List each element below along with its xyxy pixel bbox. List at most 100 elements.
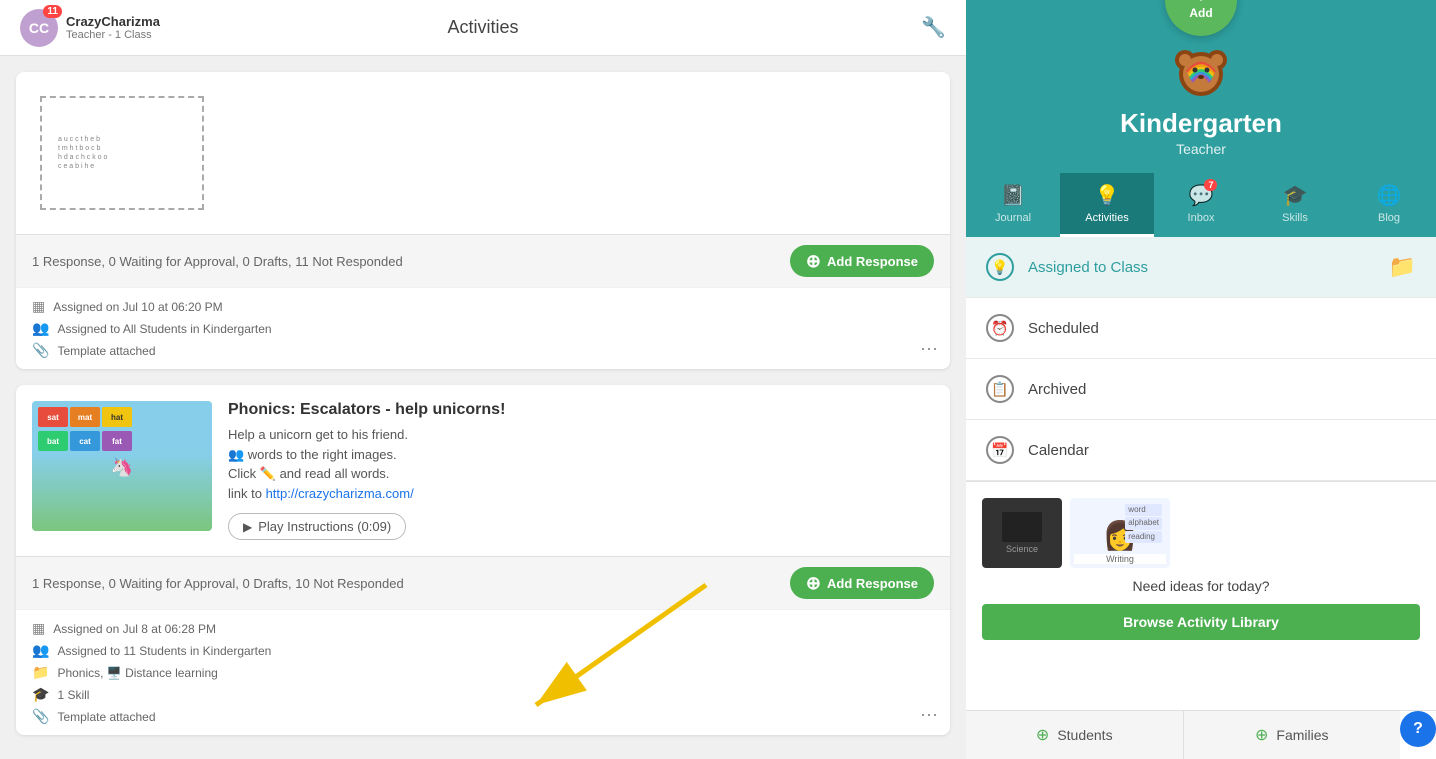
meta-template-2: 📎 Template attached	[32, 708, 934, 725]
skills-icon: 🎓	[1283, 183, 1308, 208]
students-button[interactable]: ⊕ Students	[966, 711, 1184, 759]
meta-assigned-date-2: ▦ Assigned on Jul 8 at 06:28 PM	[32, 620, 934, 637]
tab-journal[interactable]: 📓 Journal	[966, 173, 1060, 237]
assigned-label: Assigned to Class	[1028, 259, 1375, 276]
add-button[interactable]: + Add	[1165, 0, 1237, 36]
tab-blog[interactable]: 🌐 Blog	[1342, 173, 1436, 237]
card-meta-1: ▦ Assigned on Jul 10 at 06:20 PM 👥 Assig…	[16, 287, 950, 369]
response-text-1: 1 Response, 0 Waiting for Approval, 0 Dr…	[32, 254, 403, 269]
meta-assigned-to-2: 👥 Assigned to 11 Students in Kindergarte…	[32, 642, 934, 659]
sidebar-menu: 💡 Assigned to Class 📁 ⏰ Scheduled 📋 Arch…	[966, 237, 1436, 710]
browse-library-button[interactable]: Browse Activity Library	[982, 604, 1420, 640]
settings-icon[interactable]: 🔧	[921, 15, 946, 40]
response-bar-1: 1 Response, 0 Waiting for Approval, 0 Dr…	[16, 234, 950, 287]
desc-line-3: Click ✏️ and read all words.	[228, 466, 389, 481]
bottom-buttons: ⊕ Students ⊕ Families ?	[966, 710, 1436, 759]
add-label: Add	[1189, 6, 1212, 20]
page-title: Activities	[447, 17, 518, 38]
card-info-2: Phonics: Escalators - help unicorns! Hel…	[228, 401, 934, 540]
assigned-icon: 💡	[986, 253, 1014, 281]
tab-activities[interactable]: 💡 Activities	[1060, 173, 1154, 237]
menu-item-assigned[interactable]: 💡 Assigned to Class 📁	[966, 237, 1436, 298]
card-top-1: a u c c t h e b t m h t b o c b h d a c …	[16, 72, 950, 234]
ideas-preview: Science word alphabet reading 👩 Writing	[982, 498, 1420, 568]
meta-assigned-to-1: 👥 Assigned to All Students in Kindergart…	[32, 320, 934, 337]
calendar-icon-1: ▦	[32, 298, 45, 315]
assigned-folder-icon: 📁	[1389, 254, 1416, 280]
ideas-text: Need ideas for today?	[982, 578, 1420, 594]
skills-2: 1 Skill	[57, 688, 89, 702]
activity-card-2: sat mat hat bat cat fat 🦄	[16, 385, 950, 735]
user-role: Teacher - 1 Class	[66, 29, 160, 41]
inbox-label: Inbox	[1188, 212, 1215, 224]
card-thumbnail-2: sat mat hat bat cat fat 🦄	[32, 401, 212, 531]
play-button-label: Play Instructions (0:09)	[258, 519, 391, 534]
ideas-section: Science word alphabet reading 👩 Writing	[966, 481, 1436, 656]
people-icon-1: 👥	[32, 320, 49, 337]
card-info-1	[228, 88, 934, 218]
tab-inbox[interactable]: 💬 7 Inbox	[1154, 173, 1248, 237]
students-label: Students	[1057, 727, 1112, 743]
paperclip-icon-1: 📎	[32, 342, 49, 359]
students-plus-icon: ⊕	[1036, 725, 1049, 745]
families-button[interactable]: ⊕ Families	[1184, 711, 1401, 759]
folder-icon-2: 📁	[32, 664, 49, 681]
paperclip-icon-2: 📎	[32, 708, 49, 725]
add-response-button-2[interactable]: ⊕ Add Response	[790, 567, 934, 599]
skills-label: Skills	[1282, 212, 1308, 224]
assigned-to-1: Assigned to All Students in Kindergarten	[57, 322, 271, 336]
add-response-button-1[interactable]: ⊕ Add Response	[790, 245, 934, 277]
menu-item-scheduled[interactable]: ⏰ Scheduled	[966, 298, 1436, 359]
sidebar-header: + Add	[966, 0, 1436, 173]
nav-tabs: 📓 Journal 💡 Activities 💬 7 Inbox 🎓 Skill…	[966, 173, 1436, 237]
desc-line-4: link to http://crazycharizma.com/	[228, 486, 414, 501]
meta-assigned-date-1: ▦ Assigned on Jul 10 at 06:20 PM	[32, 298, 934, 315]
response-text-2: 1 Response, 0 Waiting for Approval, 0 Dr…	[32, 576, 404, 591]
user-name: CrazyCharizma	[66, 14, 160, 29]
play-instructions-button[interactable]: ▶ Play Instructions (0:09)	[228, 513, 406, 540]
assigned-to-2: Assigned to 11 Students in Kindergarten	[57, 644, 271, 658]
bear-mascot	[1171, 44, 1231, 104]
graduate-icon-2: 🎓	[32, 686, 49, 703]
scheduled-label: Scheduled	[1028, 320, 1416, 337]
user-info: CrazyCharizma Teacher - 1 Class	[66, 14, 160, 41]
school-name: Kindergarten	[1120, 108, 1282, 139]
activities-list: a u c c t h e b t m h t b o c b h d a c …	[0, 56, 966, 759]
calendar-menu-icon: 📅	[986, 436, 1014, 464]
activity-card-1: a u c c t h e b t m h t b o c b h d a c …	[16, 72, 950, 369]
archived-icon: 📋	[986, 375, 1014, 403]
archived-label: Archived	[1028, 381, 1416, 398]
menu-item-calendar[interactable]: 📅 Calendar	[966, 420, 1436, 481]
blog-label: Blog	[1378, 212, 1400, 224]
school-role: Teacher	[1176, 141, 1226, 157]
tags-2: Phonics, 🖥️ Distance learning	[57, 666, 217, 680]
more-options-button-1[interactable]: ···	[920, 338, 938, 359]
user-profile[interactable]: CC 11 CrazyCharizma Teacher - 1 Class	[20, 9, 160, 47]
calendar-icon-2: ▦	[32, 620, 45, 637]
inbox-badge: 7	[1204, 179, 1217, 191]
play-triangle-icon: ▶	[243, 520, 252, 534]
assigned-date-1: Assigned on Jul 10 at 06:20 PM	[53, 300, 222, 314]
more-options-button-2[interactable]: ···	[920, 704, 938, 725]
card-top-2: sat mat hat bat cat fat 🦄	[16, 385, 950, 556]
tab-skills[interactable]: 🎓 Skills	[1248, 173, 1342, 237]
calendar-label: Calendar	[1028, 442, 1416, 459]
notification-badge: 11	[43, 5, 62, 18]
journal-icon: 📓	[1001, 183, 1026, 208]
meta-skills-2: 🎓 1 Skill	[32, 686, 934, 703]
idea-thumb-writing: word alphabet reading 👩 Writing	[1070, 498, 1170, 568]
desc-line-2: 👥 words to the right images.	[228, 447, 397, 462]
journal-label: Journal	[995, 212, 1031, 224]
card-meta-2: ▦ Assigned on Jul 8 at 06:28 PM 👥 Assign…	[16, 609, 950, 735]
card-title-2: Phonics: Escalators - help unicorns!	[228, 401, 934, 419]
desc-link[interactable]: http://crazycharizma.com/	[266, 486, 414, 501]
meta-template-1: 📎 Template attached	[32, 342, 934, 359]
people-icon-2: 👥	[32, 642, 49, 659]
idea-thumb-science: Science	[982, 498, 1062, 568]
menu-item-archived[interactable]: 📋 Archived	[966, 359, 1436, 420]
activities-label: Activities	[1085, 212, 1128, 224]
assigned-date-2: Assigned on Jul 8 at 06:28 PM	[53, 622, 216, 636]
help-button[interactable]: ?	[1400, 711, 1436, 747]
meta-tags-2: 📁 Phonics, 🖥️ Distance learning	[32, 664, 934, 681]
response-bar-2: 1 Response, 0 Waiting for Approval, 0 Dr…	[16, 556, 950, 609]
